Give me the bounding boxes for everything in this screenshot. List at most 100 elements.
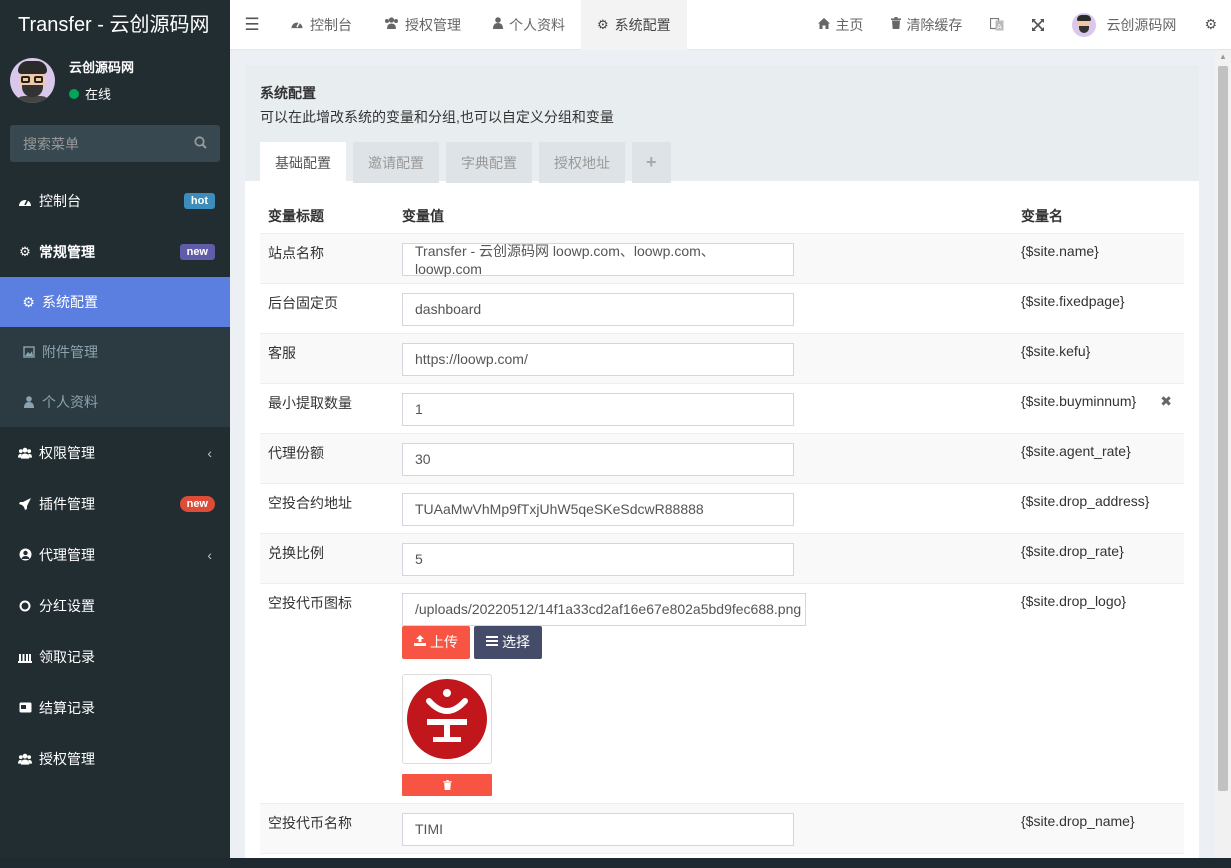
fixedpage-input[interactable]: dashboard [402, 292, 794, 326]
sidebar-item-permissions[interactable]: 权限管理 ‹ [0, 427, 230, 478]
table-row: 空投代币名称 TIMI {$site.drop_name} [260, 803, 1184, 854]
user-status: 在线 [85, 87, 112, 102]
sidebar-item-dividend[interactable]: 分红设置 [0, 580, 230, 631]
brand-title[interactable]: Transfer - 云创源码网 [0, 0, 230, 50]
scrollbar-thumb[interactable] [1218, 66, 1228, 791]
taskbar [0, 858, 1231, 868]
tab-dictionary-config[interactable]: 字典配置 [446, 142, 532, 183]
tab-system-config[interactable]: ⚙ 系统配置 [581, 0, 687, 50]
config-panel: 系统配置 可以在此增改系统的变量和分组,也可以自定义分组和变量 基础配置 邀请配… [245, 65, 1199, 868]
online-dot-icon [69, 88, 79, 99]
cogs-icon[interactable]: ⚙ [1190, 0, 1231, 50]
drop-logo-input[interactable]: /uploads/20220512/14f1a33cd2af16e67e802a… [402, 592, 806, 626]
trash-icon [891, 17, 902, 32]
svg-text:A: A [997, 23, 1002, 31]
table-row: 客服 https://loowp.com/ {$site.kefu} [260, 333, 1184, 384]
table-row: 站点名称 Transfer - 云创源码网 loowp.com、loowp.co… [260, 233, 1184, 284]
tab-dashboard[interactable]: 控制台 [274, 0, 368, 50]
upload-icon [414, 635, 426, 649]
sidebar-item-settlements[interactable]: 结算记录 [0, 682, 230, 733]
content-area: 系统配置 可以在此增改系统的变量和分组,也可以自定义分组和变量 基础配置 邀请配… [230, 50, 1215, 868]
config-table: 变量标题 变量值 变量名 站点名称 Transfer - 云创源码网 loowp… [260, 196, 1184, 854]
user-menu[interactable]: 云创源码网 [1058, 0, 1190, 50]
tab-auth-address[interactable]: 授权地址 [539, 142, 625, 183]
header-username: 云创源码网 [1106, 16, 1177, 33]
table-row: 代理份额 30 {$site.agent_rate} [260, 433, 1184, 484]
user-circle-icon [18, 548, 32, 562]
avatar [1072, 12, 1097, 37]
sidebar-item-system-config[interactable]: ⚙ 系统配置 [0, 277, 230, 327]
site-name-input[interactable]: Transfer - 云创源码网 loowp.com、loowp.com、loo… [402, 242, 794, 277]
hot-badge: hot [183, 192, 215, 209]
group-icon [18, 446, 32, 460]
panel-description: 可以在此增改系统的变量和分组,也可以自定义分组和变量 [260, 109, 614, 125]
buyminnum-input[interactable]: 1 [402, 392, 794, 426]
tab-basic-config[interactable]: 基础配置 [260, 142, 346, 183]
choose-button[interactable]: 选择 [474, 625, 542, 659]
image-icon [22, 346, 35, 358]
logo-preview[interactable] [402, 673, 492, 764]
group-icon [18, 752, 32, 766]
dashboard-icon [18, 194, 32, 208]
column-header-value: 变量值 [394, 196, 1013, 234]
trash-icon [442, 779, 452, 790]
table-row: 后台固定页 dashboard {$site.fixedpage} [260, 283, 1184, 334]
agent-rate-input[interactable]: 30 [402, 442, 794, 476]
delete-image-button[interactable] [402, 773, 492, 796]
config-tabs: 基础配置 邀请配置 字典配置 授权地址 + [260, 142, 1184, 183]
drop-name-input[interactable]: TIMI [402, 812, 794, 846]
tab-invite-config[interactable]: 邀请配置 [353, 142, 439, 183]
new-badge: new [179, 243, 215, 260]
search-menu-input[interactable] [23, 135, 173, 152]
home-link[interactable]: 主页 [804, 0, 877, 50]
list-icon [486, 635, 498, 649]
table-row: 兑换比例 5 {$site.drop_rate} [260, 533, 1184, 584]
upload-button[interactable]: 上传 [402, 625, 470, 659]
new-badge: new [179, 495, 215, 512]
group-icon [384, 17, 399, 32]
sidebar-search [10, 125, 220, 162]
tab-authorization[interactable]: 授权管理 [368, 0, 477, 50]
tab-profile[interactable]: 个人资料 [477, 0, 581, 50]
sidebar-item-claims[interactable]: 领取记录 [0, 631, 230, 682]
sidebar-item-profile[interactable]: 个人资料 [0, 377, 230, 427]
table-row: 空投合约地址 TUAaMwVhMp9fTxjUhW5qeSKeSdcwR8888… [260, 483, 1184, 534]
user-icon [493, 17, 503, 32]
sidebar-item-attachments[interactable]: 附件管理 [0, 327, 230, 377]
sidebar-item-general[interactable]: ⚙ 常规管理 new [0, 226, 230, 277]
chevron-left-icon: ‹ [207, 546, 212, 563]
dashboard-icon [290, 17, 304, 32]
cog-icon: ⚙ [22, 293, 35, 310]
drop-address-input[interactable]: TUAaMwVhMp9fTxjUhW5qeSKeSdcwR88888 [402, 492, 794, 526]
avatar [10, 57, 55, 103]
home-icon [818, 17, 831, 32]
column-header-name: 变量名 [1013, 196, 1184, 234]
circle-icon [18, 599, 32, 613]
language-icon[interactable]: A [976, 0, 1018, 50]
scroll-up-icon[interactable]: ▲ [1219, 52, 1227, 61]
kefu-input[interactable]: https://loowp.com/ [402, 342, 794, 376]
user-icon [22, 396, 35, 408]
column-header-title: 变量标题 [260, 196, 394, 234]
drop-rate-input[interactable]: 5 [402, 542, 794, 576]
user-panel: 云创源码网 在线 [0, 50, 230, 110]
panel-title: 系统配置 [260, 85, 316, 101]
chevron-left-icon: ‹ [207, 444, 212, 461]
vertical-scrollbar[interactable]: ▲ [1215, 50, 1231, 868]
cogs-icon: ⚙ [19, 243, 31, 259]
sidebar-item-dashboard[interactable]: 控制台 hot [0, 175, 230, 226]
fullscreen-icon[interactable] [1018, 0, 1058, 50]
bank-icon [18, 650, 32, 664]
token-logo-icon [407, 678, 487, 759]
clear-cache-button[interactable]: 清除缓存 [877, 0, 976, 50]
delete-variable-icon[interactable]: ✖ [1160, 393, 1172, 410]
sidebar-item-authorization[interactable]: 授权管理 [0, 733, 230, 784]
search-icon[interactable] [194, 135, 207, 152]
menu-toggle-icon[interactable]: ☰ [230, 0, 274, 50]
sidebar: Transfer - 云创源码网 云创源码网 在线 控制台 hot ⚙ 常规管理… [0, 0, 230, 868]
add-group-button[interactable]: + [632, 142, 671, 183]
top-header: ☰ 控制台 授权管理 个人资料 ⚙ 系统配置 主页 清除缓存 A 云创源码网 ⚙ [230, 0, 1231, 50]
sidebar-item-plugins[interactable]: 插件管理 new [0, 478, 230, 529]
sidebar-item-agents[interactable]: 代理管理 ‹ [0, 529, 230, 580]
credit-card-icon [18, 701, 32, 715]
